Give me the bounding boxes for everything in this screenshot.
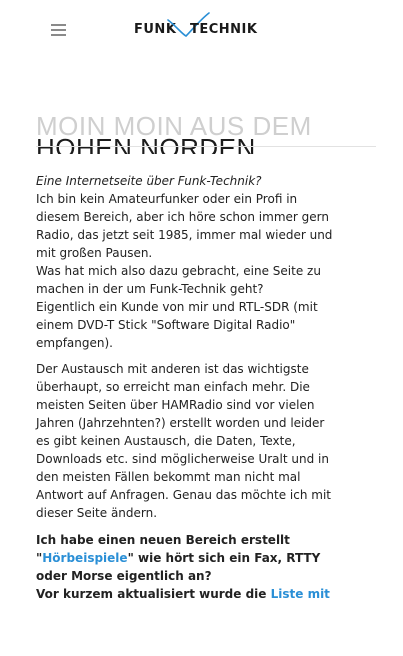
site-logo[interactable]: FUNK TECHNIK (134, 12, 284, 46)
exchange-line: überhaupt, so erreicht man einfach mehr.… (36, 380, 310, 394)
intro-question: Eine Internetseite über Funk-Technik? (36, 174, 262, 188)
page-title: HOHEN NORDEN (36, 133, 256, 154)
liste-mit-link[interactable]: Liste mit (271, 587, 330, 601)
exchange-line: Downloads etc. sind möglicherweise Uralt… (36, 452, 329, 466)
hoerbeispiele-link[interactable]: Hörbeispiele (42, 551, 127, 565)
new-section-line: wie hört sich ein Fax, RTTY (133, 551, 321, 565)
intro-line: empfangen). (36, 336, 113, 350)
exchange-line: den meisten Fällen bekommt man nicht mal (36, 470, 301, 484)
exchange-line: Jahren (Jahrzehnten?) erstellt worden un… (36, 416, 325, 430)
exchange-line: dieser Seite ändern. (36, 506, 158, 520)
hero-divider (36, 146, 376, 147)
intro-line: Ich bin kein Amateurfunker oder ein Prof… (36, 192, 298, 206)
intro-line: diesem Bereich, aber ich höre schon imme… (36, 210, 329, 224)
intro-line: Radio, das jetzt seit 1985, immer mal wi… (36, 228, 333, 242)
intro-paragraph: Eine Internetseite über Funk-Technik? Ic… (36, 172, 368, 352)
exchange-line: Der Austausch mit anderen ist das wichti… (36, 362, 309, 376)
new-section-line: Ich habe einen neuen Bereich erstellt (36, 533, 290, 547)
exchange-line: es gibt keinen Austausch, die Daten, Tex… (36, 434, 296, 448)
exchange-line: Antwort auf Anfragen. Genau das möchte i… (36, 488, 332, 502)
new-section-paragraph: Ich habe einen neuen Bereich erstellt "H… (36, 531, 368, 585)
exchange-paragraph: Der Austausch mit anderen ist das wichti… (36, 360, 368, 522)
update-text: Vor kurzem aktualisiert wurde die (36, 587, 271, 601)
intro-line: Eigentlich ein Kunde von mir und RTL-SDR… (36, 300, 318, 314)
new-section-line: oder Morse eigentlich an? (36, 569, 212, 583)
intro-line: einem DVD-T Stick "Software Digital Radi… (36, 318, 296, 332)
intro-line: machen in der um Funk-Technik geht? (36, 282, 264, 296)
main-article: Eine Internetseite über Funk-Technik? Ic… (36, 172, 368, 603)
intro-line: Was hat mich also dazu gebracht, eine Se… (36, 264, 321, 278)
exchange-line: meisten Seiten über HAMRadio sind vor vi… (36, 398, 315, 412)
hamburger-menu-icon[interactable] (51, 24, 66, 36)
update-paragraph: Vor kurzem aktualisiert wurde die Liste … (36, 585, 368, 603)
intro-line: mit großen Pausen. (36, 246, 153, 260)
logo-text-technik: TECHNIK (190, 22, 258, 37)
hero-heading: MOIN MOIN AUS DEM HOHEN NORDEN (36, 112, 376, 154)
top-navigation-bar: FUNK TECHNIK (0, 0, 403, 62)
